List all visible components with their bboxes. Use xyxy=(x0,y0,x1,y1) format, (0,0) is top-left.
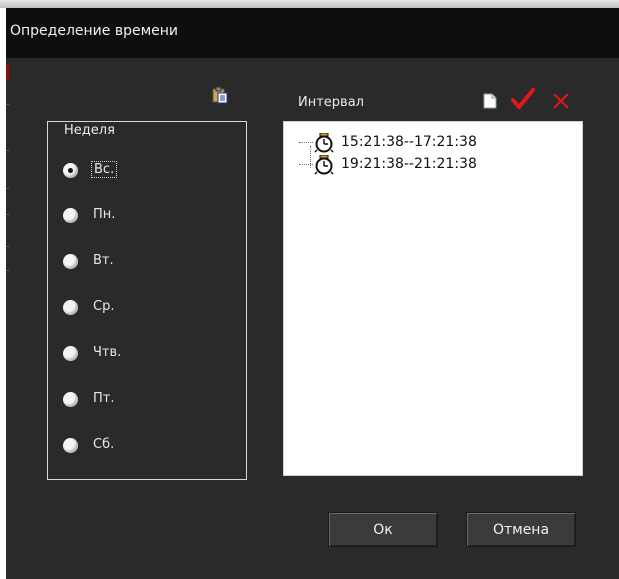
day-radio-tuesday[interactable]: Вт. xyxy=(63,251,233,275)
dialog-title: Определение времени xyxy=(10,23,179,39)
radio-button[interactable] xyxy=(63,346,78,361)
clock-icon xyxy=(314,155,334,175)
day-label: Чтв. xyxy=(93,345,122,360)
delete-cross-icon[interactable] xyxy=(552,92,570,110)
day-label: Сб. xyxy=(93,437,115,452)
new-document-icon[interactable] xyxy=(483,93,497,109)
radio-button[interactable] xyxy=(63,300,78,315)
day-radio-wednesday[interactable]: Ср. xyxy=(63,297,233,321)
left-edge-tick xyxy=(6,214,9,215)
ok-button[interactable]: Ок xyxy=(328,512,438,547)
confirm-check-icon[interactable] xyxy=(511,88,535,110)
day-label: Пн. xyxy=(93,207,116,222)
radio-button-checked[interactable] xyxy=(63,163,78,178)
clock-icon xyxy=(314,133,334,153)
tree-connector xyxy=(299,142,313,143)
day-radio-thursday[interactable]: Чтв. xyxy=(63,343,233,367)
day-radio-monday[interactable]: Пн. xyxy=(63,205,233,229)
radio-button[interactable] xyxy=(63,254,78,269)
tree-item[interactable]: 15:21:38--17:21:38 xyxy=(284,132,574,168)
left-edge-tick xyxy=(6,188,9,189)
interval-item-label: 15:21:38--17:21:38 xyxy=(341,134,477,150)
left-edge-tick xyxy=(6,104,9,105)
day-label: Ср. xyxy=(93,299,115,314)
day-label: Вс. xyxy=(91,161,118,178)
left-edge-tick xyxy=(6,150,9,151)
left-edge-marker xyxy=(6,64,9,80)
radio-button[interactable] xyxy=(63,438,78,453)
tree-item[interactable]: 19:21:38--21:21:38 xyxy=(284,154,574,176)
interval-tree[interactable]: 15:21:38--17:21:38 19:21:38--21:21:38 xyxy=(283,121,583,476)
paste-icon[interactable] xyxy=(212,86,228,104)
cancel-button[interactable]: Отмена xyxy=(466,512,576,547)
window-top-edge xyxy=(0,0,619,8)
radio-button[interactable] xyxy=(63,392,78,407)
radio-button[interactable] xyxy=(63,208,78,223)
day-label: Вт. xyxy=(93,253,114,268)
day-radio-saturday[interactable]: Сб. xyxy=(63,435,233,459)
interval-label: Интервал xyxy=(298,95,364,110)
week-legend: Неделя xyxy=(62,123,117,138)
left-edge-tick xyxy=(6,246,9,247)
dialog-titlebar[interactable]: Определение времени xyxy=(6,8,619,58)
interval-item-label: 19:21:38--21:21:38 xyxy=(341,156,477,172)
left-edge-tick xyxy=(6,270,9,271)
tree-connector xyxy=(299,164,313,165)
day-radio-friday[interactable]: Пт. xyxy=(63,389,233,413)
day-radio-sunday[interactable]: Вс. xyxy=(63,160,233,184)
day-label: Пт. xyxy=(93,391,115,406)
